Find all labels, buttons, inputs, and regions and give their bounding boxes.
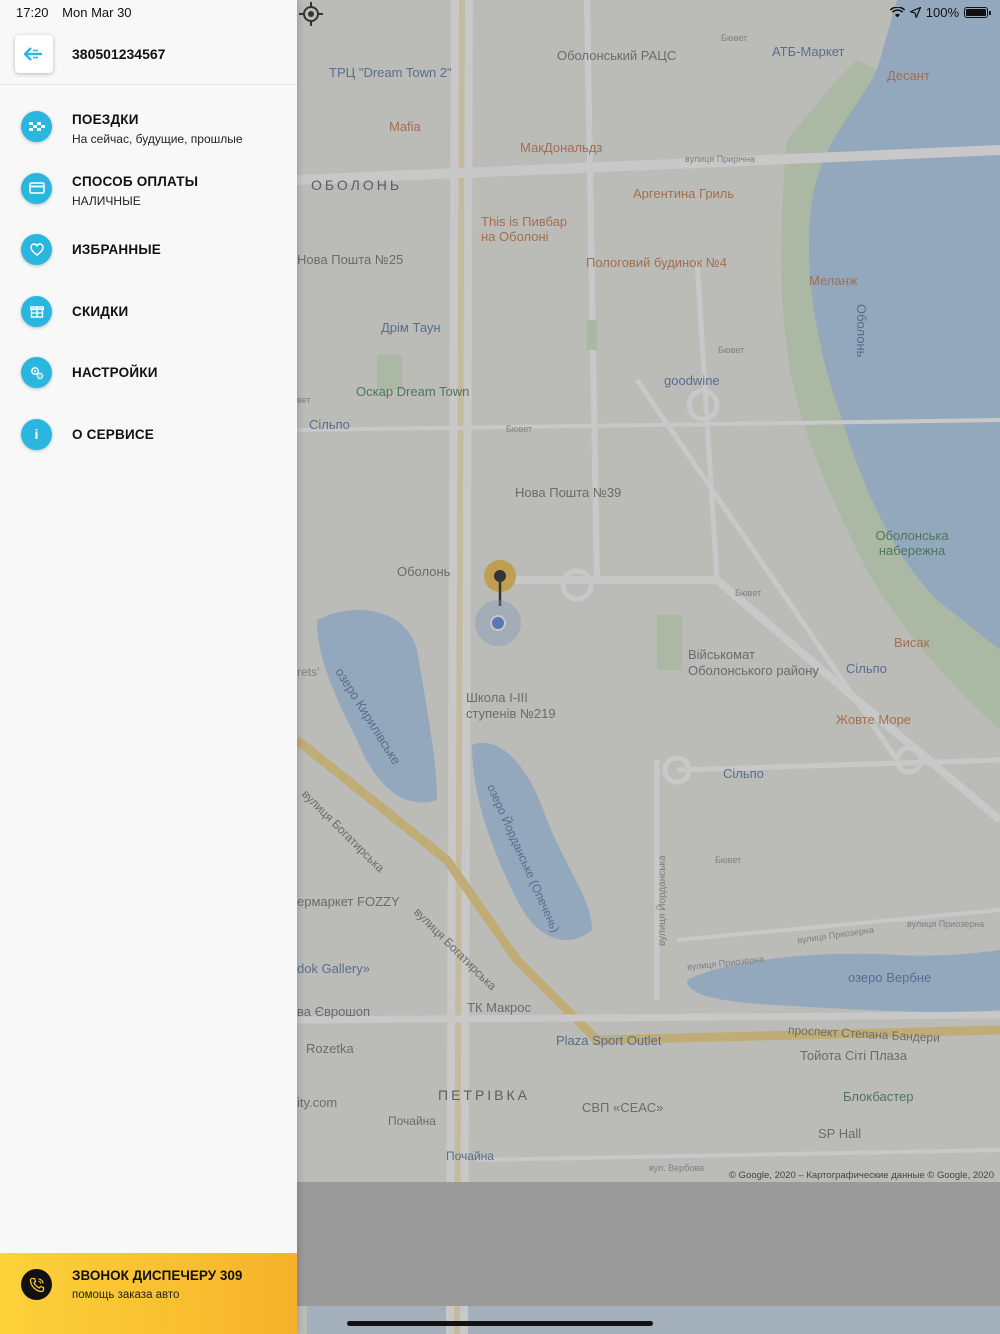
menu-item-about[interactable]: i О СЕРВИСЕ	[0, 405, 297, 467]
menu-item-trips[interactable]: ПОЕЗДКИ На сейчас, будущие, прошлые	[0, 97, 297, 159]
menu-item-payment-subtitle: НАЛИЧНЫЕ	[72, 193, 141, 208]
menu-item-trips-title: ПОЕЗДКИ	[72, 112, 139, 127]
user-phone-number: 380501234567	[72, 46, 166, 62]
map-dim-overlay[interactable]	[297, 0, 1000, 1334]
taxi-checker-icon	[21, 111, 52, 142]
status-right: 100%	[889, 5, 991, 20]
map-copyright: © Google, 2020 – Картографические данные…	[729, 1170, 994, 1181]
menu-item-favorites[interactable]: ИЗБРАННЫЕ	[0, 220, 297, 282]
menu-item-discounts[interactable]: СКИДКИ	[0, 282, 297, 344]
drawer-header: 380501234567	[0, 24, 297, 85]
menu-item-about-title: О СЕРВИСЕ	[72, 426, 155, 442]
menu-item-favorites-title: ИЗБРАННЫЕ	[72, 242, 161, 257]
location-arrow-icon	[909, 7, 921, 18]
status-time: 17:20	[16, 5, 49, 20]
phone-call-icon	[21, 1269, 52, 1300]
heart-icon	[21, 234, 52, 265]
credit-card-icon	[21, 172, 52, 204]
menu-item-settings[interactable]: НАСТРОЙКИ	[0, 343, 297, 405]
menu-item-discounts-title: СКИДКИ	[72, 303, 129, 319]
map-bottom-panel	[297, 1182, 1000, 1306]
home-indicator	[347, 1321, 653, 1326]
settings-icon	[21, 357, 52, 388]
status-left: 17:20 Mon Mar 30	[16, 5, 142, 20]
call-dispatcher-title: ЗВОНОК ДИСПЕЧЕРУ 309	[72, 1268, 243, 1283]
call-dispatcher-subtitle: помощь заказа авто	[72, 1289, 180, 1301]
call-dispatcher-button[interactable]: ЗВОНОК ДИСПЕЧЕРУ 309 помощь заказа авто	[0, 1253, 297, 1334]
battery-percent: 100%	[925, 5, 959, 20]
battery-icon	[964, 7, 991, 18]
info-icon: i	[21, 418, 52, 450]
menu-item-payment[interactable]: СПОСОБ ОПЛАТЫ НАЛИЧНЫЕ	[0, 159, 297, 221]
arrow-left-icon	[24, 47, 42, 61]
menu-item-payment-title: СПОСОБ ОПЛАТЫ	[72, 173, 199, 189]
wifi-icon	[889, 7, 905, 18]
status-date: Mon Mar 30	[62, 5, 132, 20]
side-drawer: 380501234567 ПОЕЗДКИ На сейчас, будущие,…	[0, 0, 297, 1334]
menu-item-settings-title: НАСТРОЙКИ	[72, 365, 158, 380]
menu-item-trips-subtitle: На сейчас, будущие, прошлые	[72, 132, 243, 146]
status-bar: 17:20 Mon Mar 30 100%	[0, 0, 1000, 24]
drawer-menu: ПОЕЗДКИ На сейчас, будущие, прошлые СПОС…	[0, 97, 297, 466]
map-view[interactable]: ТРЦ "Dream Town 2" Оболонський РАЦС АТБ-…	[297, 0, 1000, 1334]
gift-icon	[21, 295, 52, 327]
back-button[interactable]	[15, 35, 53, 73]
